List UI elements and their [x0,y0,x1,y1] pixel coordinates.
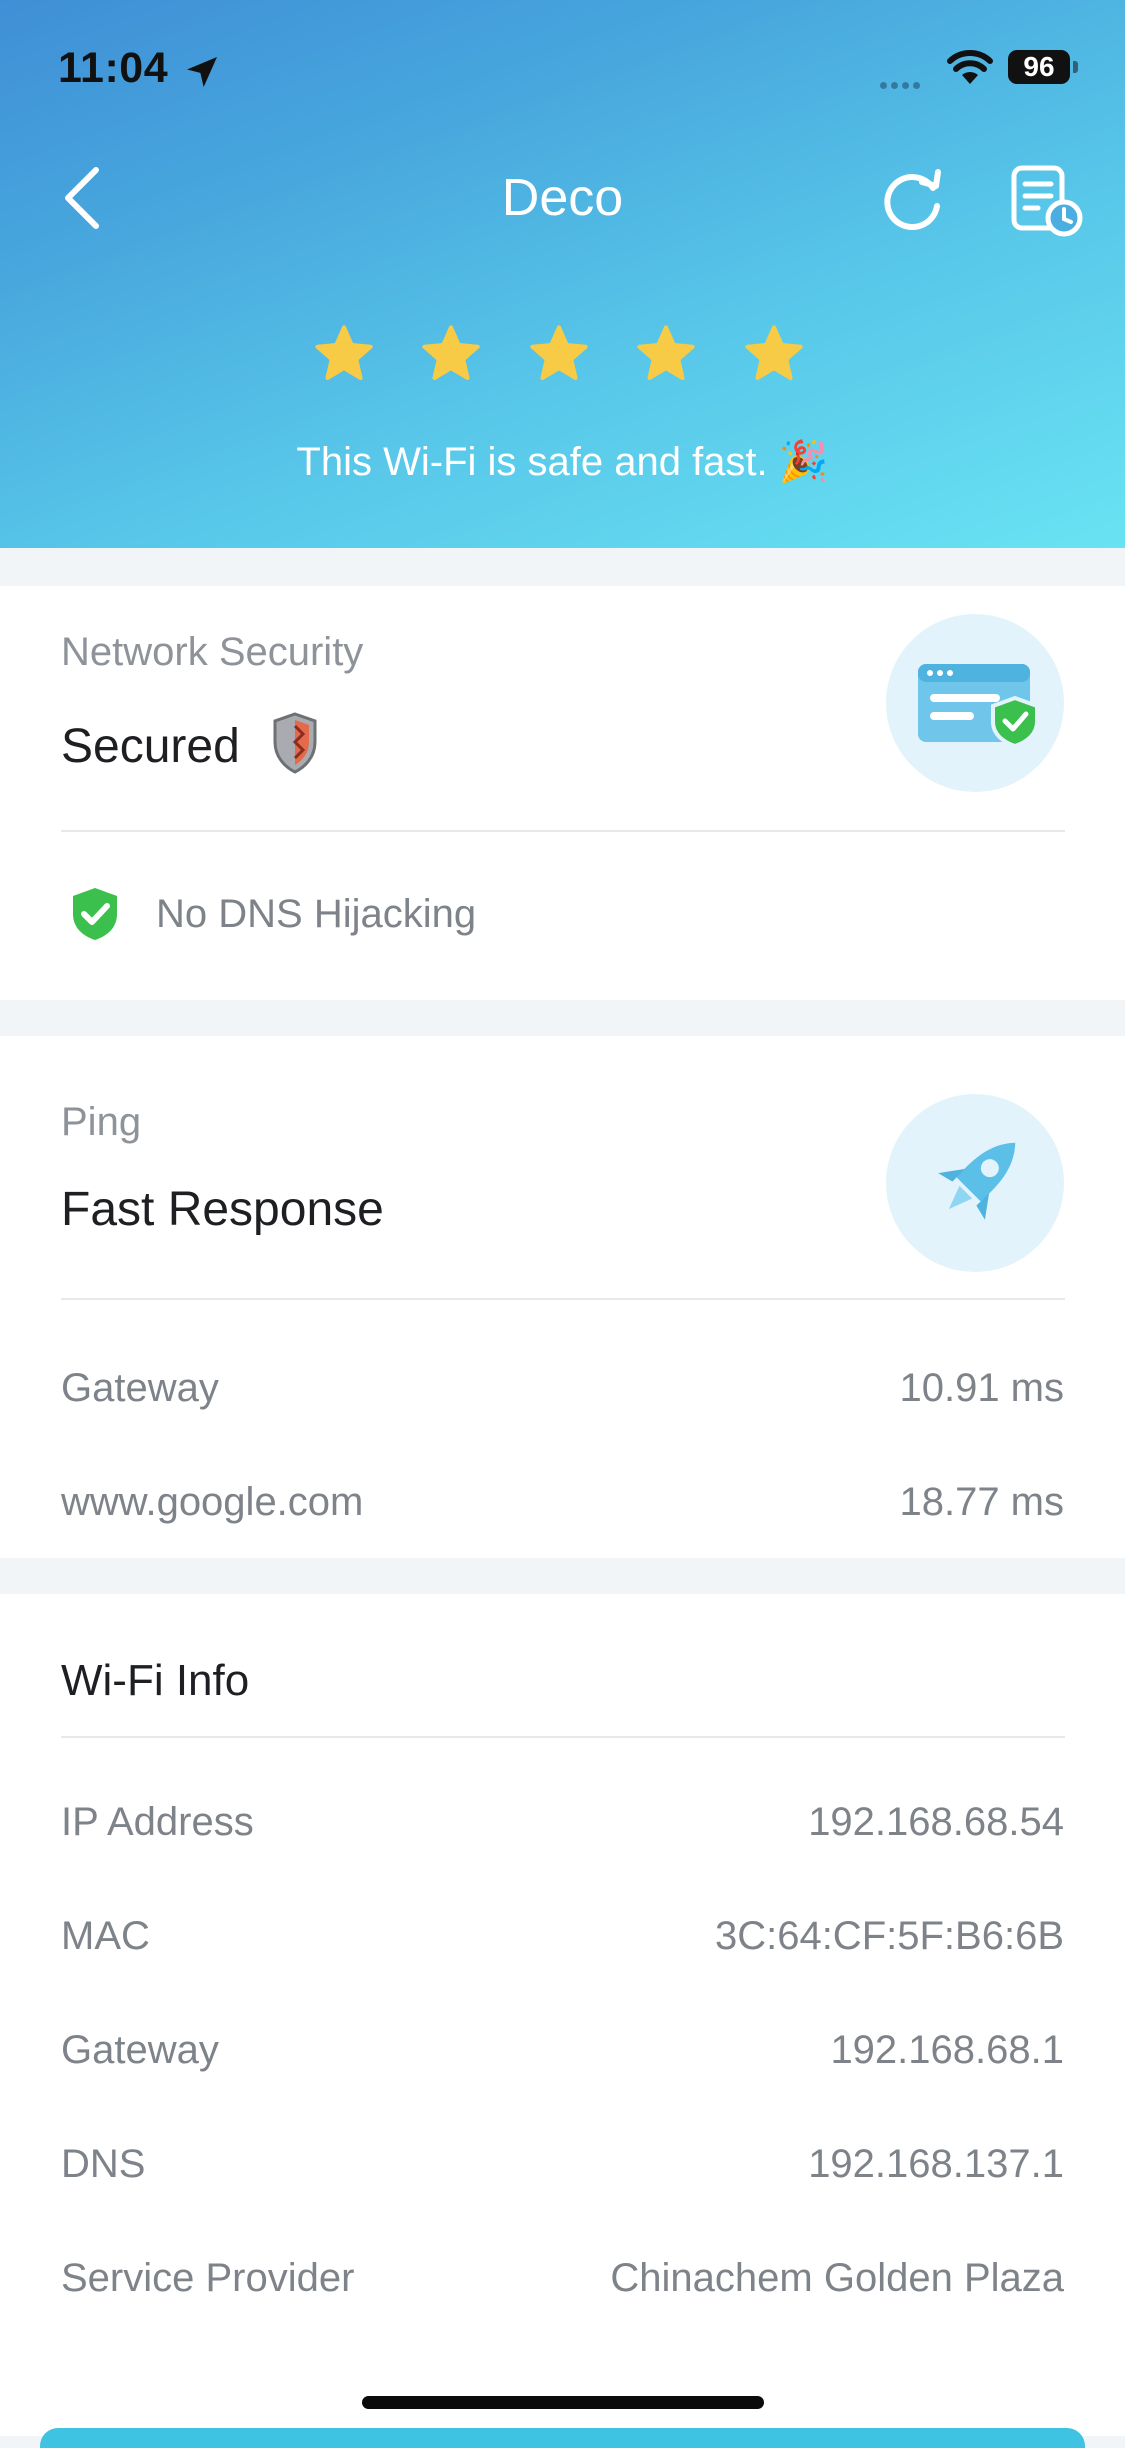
cellular-signal-icon [880,76,924,94]
bottom-action-button-edge[interactable] [40,2428,1085,2448]
info-row-label: IP Address [61,1800,254,1844]
wifi-info-card: Wi-Fi Info IP Address 192.168.68.54 MAC … [0,1594,1125,2436]
ping-row-value: 10.91 ms [899,1366,1064,1410]
ping-row-label: Gateway [61,1366,219,1410]
info-row-value: Chinachem Golden Plaza [610,2256,1064,2300]
ping-row-value: 18.77 ms [899,1480,1064,1524]
divider [61,1298,1065,1300]
location-arrow-icon [187,57,217,87]
shield-icon [273,712,317,774]
battery-tip [1073,61,1078,73]
divider [61,1736,1065,1738]
ping-status: Fast Response [61,1183,384,1236]
wifi-info-title: Wi-Fi Info [61,1656,250,1705]
info-row-value: 192.168.137.1 [808,2142,1064,2186]
info-row-label: DNS [61,2142,146,2186]
rocket-icon [886,1094,1064,1272]
info-row-label: Service Provider [61,2256,355,2300]
summary-text: This Wi-Fi is safe and fast. 🎉 [296,440,829,484]
info-row-value: 192.168.68.1 [830,2028,1064,2072]
security-status: Secured [61,712,317,774]
info-row-value: 192.168.68.54 [808,1800,1064,1844]
ping-row-label: www.google.com [61,1480,364,1524]
history-report-icon[interactable] [1008,162,1086,240]
status-time: 11:04 [58,44,169,92]
info-row-label: MAC [61,1914,150,1958]
security-status-text: Secured [61,720,240,773]
star-icon [637,325,695,380]
refresh-icon[interactable] [880,162,946,234]
security-label: Network Security [61,630,364,674]
browser-shield-icon [886,614,1064,792]
info-row-label: Gateway [61,2028,219,2072]
wifi-icon [947,50,993,84]
rating-stars [312,322,812,386]
ping-card: Ping Fast Response Gateway 10.91 ms www.… [0,1036,1125,1558]
ping-label: Ping [61,1100,142,1144]
star-icon [745,325,803,380]
dns-hijacking-label: No DNS Hijacking [156,892,477,936]
battery-indicator: 96 [1008,50,1070,84]
home-indicator[interactable] [362,2396,764,2409]
divider [61,830,1065,832]
star-icon [422,325,480,380]
star-icon [530,325,588,380]
shield-check-icon [73,888,117,940]
header: 11:04 96 Deco This Wi-Fi is safe and fas… [0,0,1125,548]
page-title: Deco [501,169,624,227]
star-icon [315,325,373,380]
network-security-card: Network Security Secured No DNS Hijackin… [0,586,1125,1000]
info-row-value: 3C:64:CF:5F:B6:6B [714,1914,1064,1958]
